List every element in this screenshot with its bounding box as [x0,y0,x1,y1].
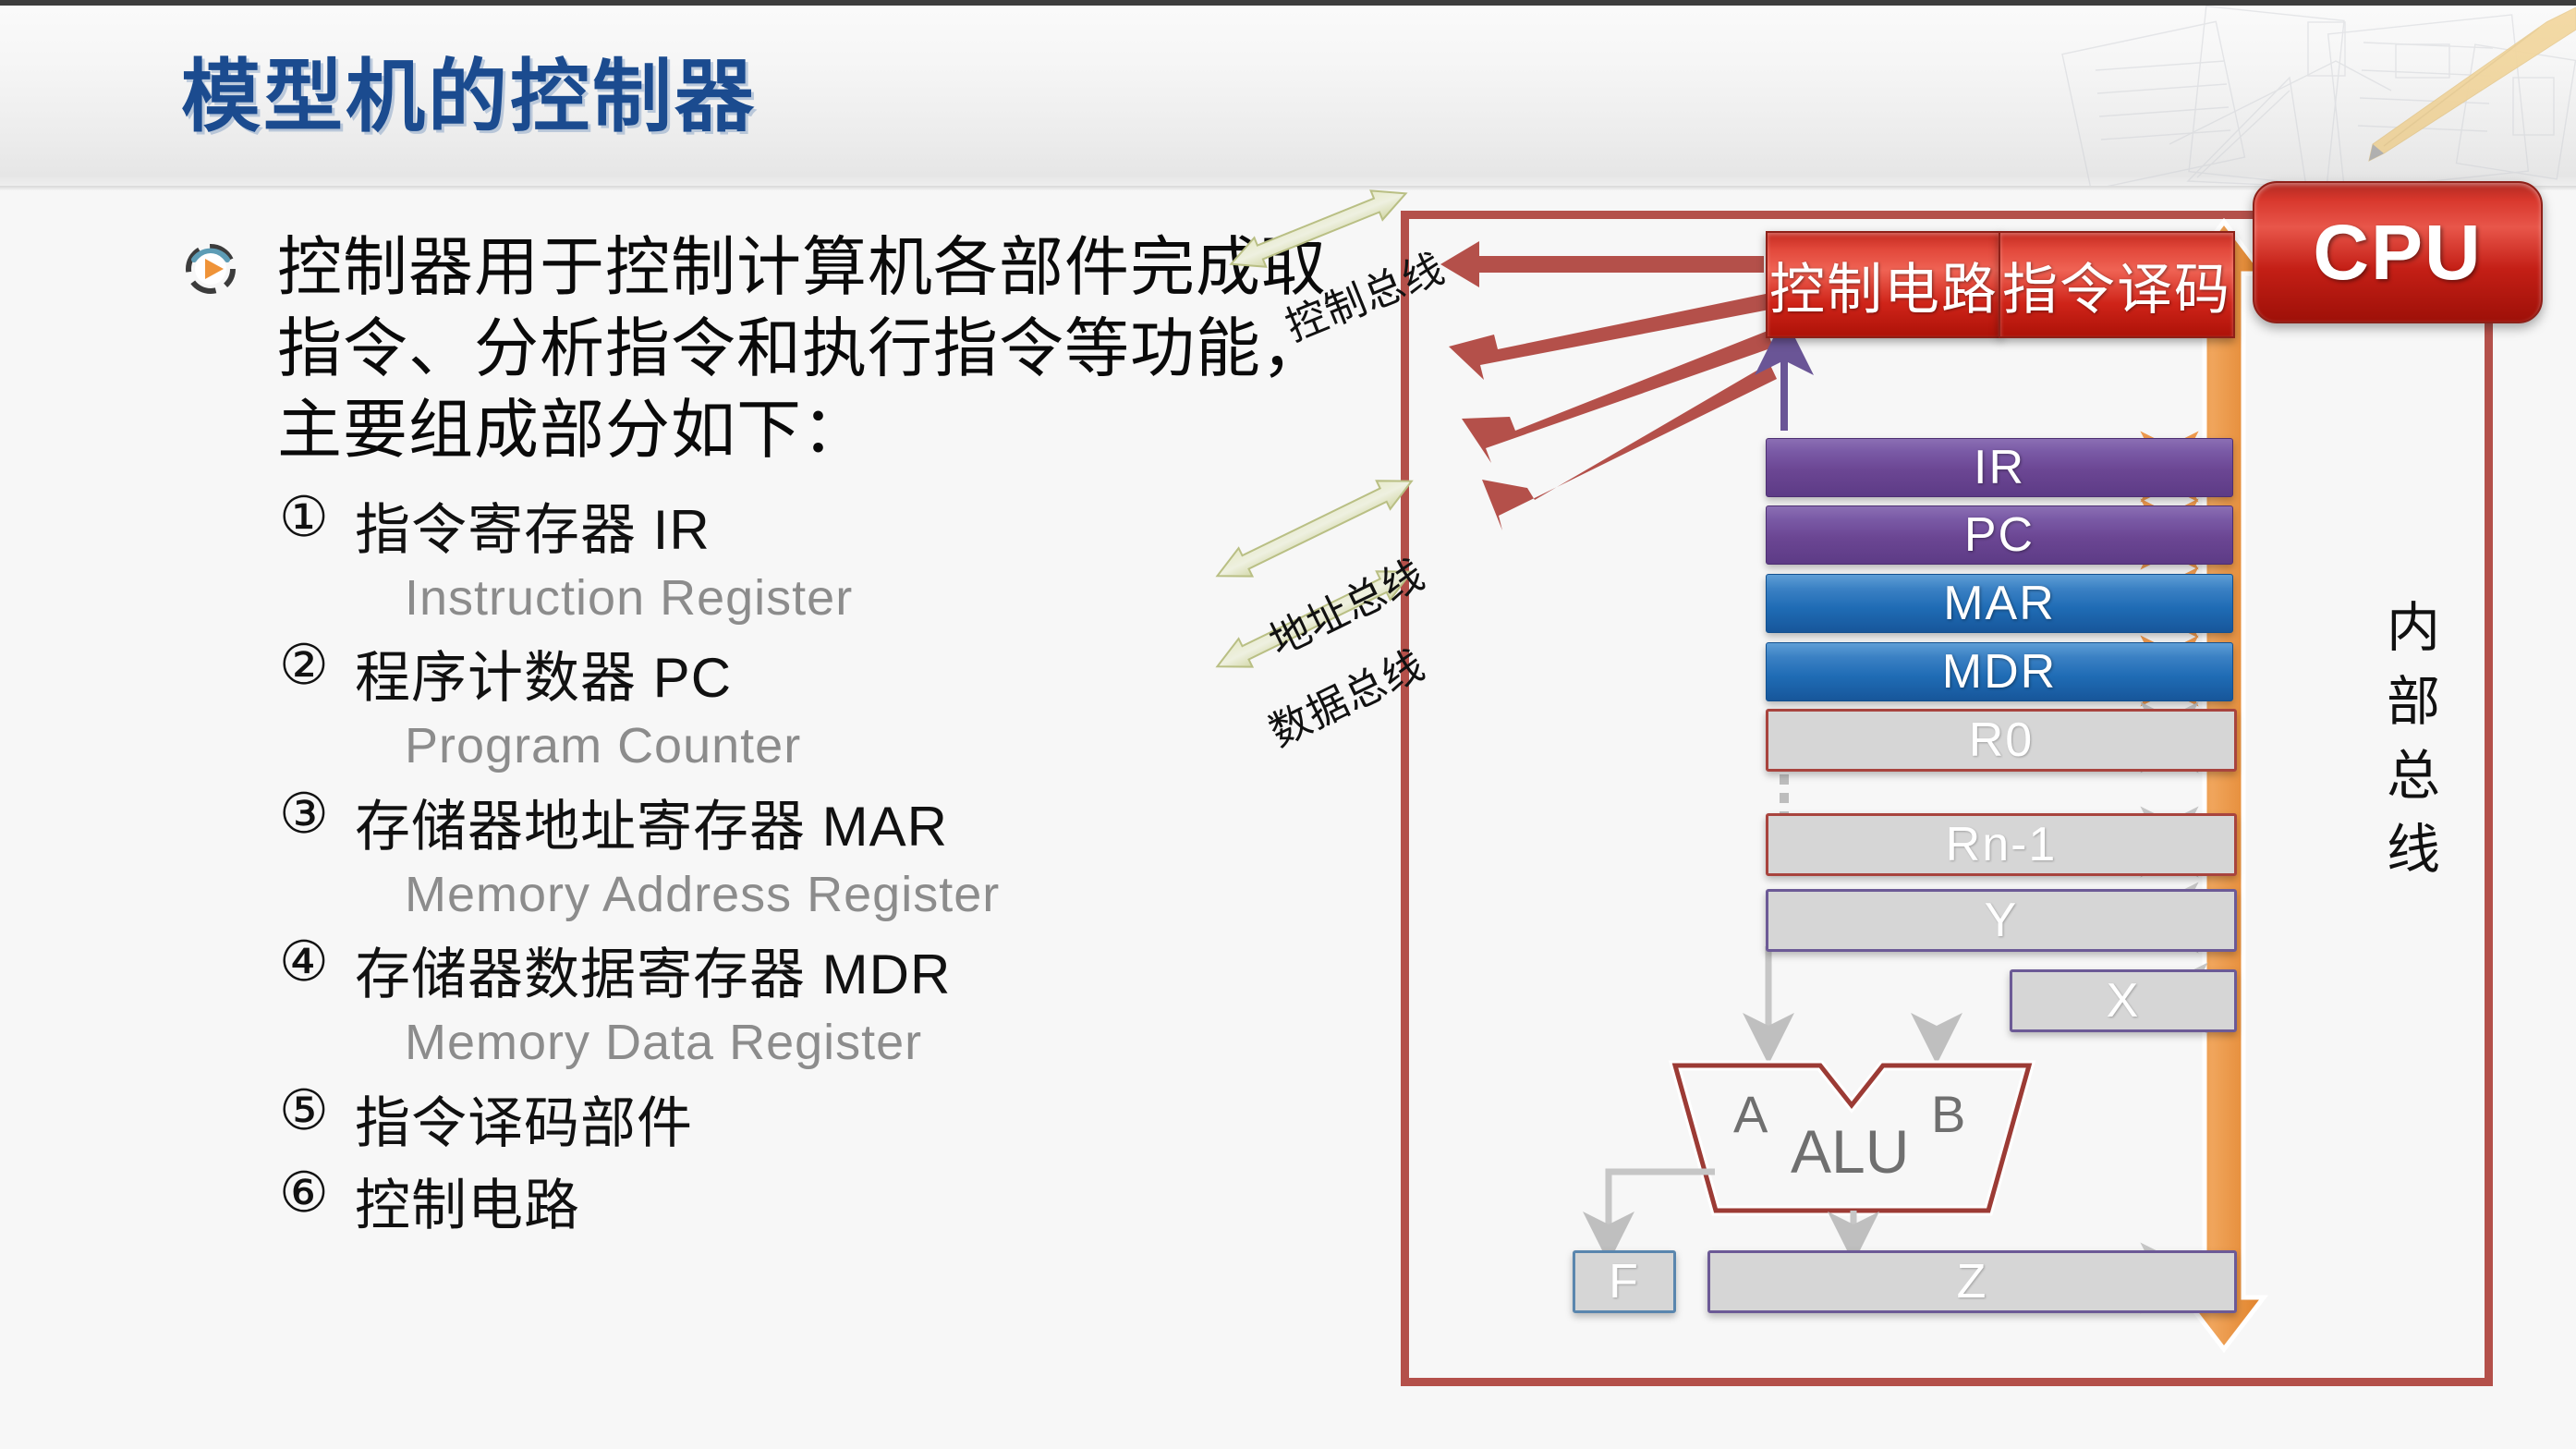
list-item: ② 程序计数器 PC Program Counter [279,633,1332,779]
register-mdr: MDR [1766,642,2233,701]
diagram-connectors-layer [1215,189,2269,1354]
cpu-badge-label: CPU [2313,208,2483,296]
register-ir: IR [1766,438,2233,497]
cpu-badge: CPU [2253,181,2543,323]
alu-input-a-label: A [1733,1085,1768,1143]
register-r0-label: R0 [1968,713,2035,767]
list-item-label: 存储器数据寄存器 MDR [355,944,952,1006]
register-x: X [2010,969,2237,1032]
list-item-label: 指令寄存器 IR [355,499,711,561]
register-x-label: X [2106,974,2141,1028]
register-mar: MAR [1766,574,2233,633]
list-item-label: 程序计数器 PC [355,647,733,710]
control-circuit-box: 控制电路 [1766,231,2002,338]
alu-input-b-label: B [1931,1085,1966,1143]
internal-bus-arrow [2179,217,2269,1354]
list-item-label: 存储器地址寄存器 MAR [355,795,948,858]
slide-body-left: 控制器用于控制计算机各部件完成取指令、分析指令和执行指令等功能，主要组成部分如下… [0,185,1358,1449]
list-item-index: ② [279,634,329,697]
control-signal-arrows [1440,241,1777,530]
internal-bus-label: 内部总线 [2378,599,2438,895]
register-z-label: Z [1956,1255,1988,1309]
list-item-english: Memory Address Register [405,866,1001,922]
list-item-index: ⑤ [279,1078,329,1141]
list-item-label: 指令译码部件 [355,1091,693,1154]
alu-to-f-connector [1583,1168,1715,1263]
list-item-english: Instruction Register [405,570,854,626]
list-item: ① 指令寄存器 IR Instruction Register [279,485,1332,631]
list-item: ⑤ 指令译码部件 [279,1078,1332,1159]
register-pc: PC [1766,505,2233,565]
cpu-architecture-diagram: 控制总线 地址总线 数据总线 内部总线 CPU 控制电路 指令译码 IR PC … [1215,181,2543,1403]
register-r0: R0 [1766,709,2237,772]
register-mdr-label: MDR [1941,645,2058,699]
list-item: ⑥ 控制电路 [279,1161,1332,1241]
instruction-decoder-box: 指令译码 [1999,231,2235,338]
register-rn1: Rn-1 [1766,813,2237,876]
register-z: Z [1707,1250,2237,1313]
alu-label: ALU [1791,1117,1910,1186]
register-y: Y [1766,889,2237,952]
list-item-index: ① [279,486,329,548]
slide-header: 模型机的控制器 [0,0,2576,190]
bus-connector-arrows-orange [2127,431,2212,707]
list-item-english: Memory Data Register [405,1015,923,1071]
list-item-label: 控制电路 [355,1174,580,1236]
register-f-label: F [1609,1255,1640,1309]
register-y-label: Y [1984,894,2019,947]
list-item-index: ⑥ [279,1161,329,1224]
register-mar-label: MAR [1943,577,2056,630]
register-ir-label: IR [1974,441,2025,494]
page-title: 模型机的控制器 [181,53,757,141]
numbered-list: ① 指令寄存器 IR Instruction Register ② 程序计数器 PC… [279,485,1332,1243]
register-f: F [1573,1250,1676,1313]
list-item: ④ 存储器数据寄存器 MDR Memory Data Register [279,930,1332,1076]
list-item: ③ 存储器地址寄存器 MAR Memory Address Register [279,782,1332,928]
list-item-index: ④ [279,931,329,993]
blueprint-decoration-image [2061,6,2576,190]
instruction-decoder-label: 指令译码 [2002,258,2231,321]
lead-paragraph: 控制器用于控制计算机各部件完成取指令、分析指令和执行指令等功能，主要组成部分如下… [277,231,1327,467]
list-item-index: ③ [279,782,329,845]
register-pc-label: PC [1963,508,2035,562]
play-circle-icon [186,244,236,294]
register-rn1-label: Rn-1 [1945,818,2058,871]
list-item-english: Program Counter [405,718,802,774]
control-circuit-label: 控制电路 [1769,258,1999,321]
